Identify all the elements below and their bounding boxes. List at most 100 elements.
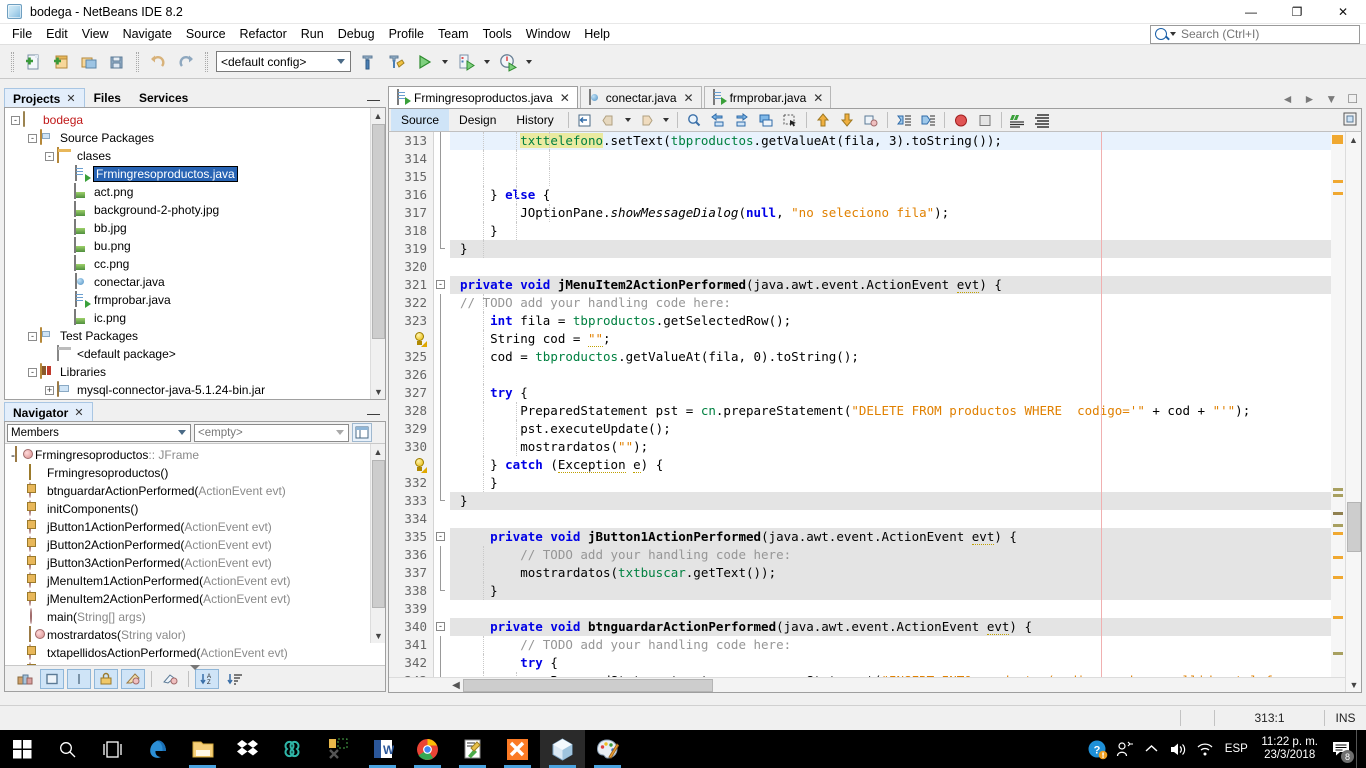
menu-profile[interactable]: Profile [382, 25, 431, 43]
navigator-inspect-icon[interactable] [352, 423, 372, 442]
code-editor[interactable]: 313 txttelefono.setText(tbproductos.getV… [388, 132, 1362, 693]
scroll-down-icon[interactable]: ▼ [371, 384, 385, 399]
code-text[interactable]: // TODO add your handling code here: [450, 294, 1361, 312]
tree-expander[interactable]: - [28, 133, 37, 143]
navigator-item-main[interactable]: main(String[] args) [5, 608, 385, 626]
show-non-public-icon[interactable] [94, 668, 118, 689]
tab-files[interactable]: Files [84, 88, 130, 107]
code-text[interactable]: try { [450, 654, 1361, 672]
occurrence-mark[interactable] [1333, 512, 1343, 515]
code-fold-gutter[interactable] [434, 186, 450, 204]
menu-refactor[interactable]: Refactor [233, 25, 294, 43]
code-fold-gutter[interactable] [434, 240, 450, 258]
fold-collapse-icon[interactable]: - [436, 622, 445, 631]
debug-project-icon[interactable] [453, 49, 479, 75]
code-fold-gutter[interactable] [434, 168, 450, 186]
menu-tools[interactable]: Tools [476, 25, 519, 43]
toolbar-grip-2[interactable] [136, 51, 139, 72]
volume-icon[interactable] [1165, 730, 1192, 768]
project-config-combo[interactable]: <default config> [216, 51, 351, 72]
navigator-item-jbutton2actionperformed[interactable]: jButton2ActionPerformed(ActionEvent evt) [5, 536, 385, 554]
open-project-icon[interactable] [76, 49, 102, 75]
code-line[interactable]: 337 mostrardatos(txtbuscar.getText()); [389, 564, 1361, 582]
code-line[interactable]: 336 // TODO add your handling code here: [389, 546, 1361, 564]
code-line[interactable]: 313 txttelefono.setText(tbproductos.getV… [389, 132, 1361, 150]
undo-icon[interactable] [145, 49, 171, 75]
infinity-app-icon[interactable] [270, 730, 315, 768]
navigator-item-mostrardatos[interactable]: mostrardatos(String valor) [5, 626, 385, 644]
code-text[interactable]: } [450, 222, 1361, 240]
tree-item-libraries[interactable]: - Libraries [5, 363, 385, 381]
paint-icon[interactable] [585, 730, 630, 768]
tree-item-background-2-photy-jpg[interactable]: background-2-photy.jpg [5, 201, 385, 219]
code-text[interactable]: String cod = ""; [450, 330, 1361, 348]
scroll-left-icon[interactable]: ◄ [1282, 92, 1294, 106]
start-macro-icon[interactable] [950, 110, 972, 130]
view-tab-design[interactable]: Design [449, 109, 506, 131]
shift-right-icon[interactable] [917, 110, 939, 130]
warning-mark[interactable] [1333, 532, 1343, 535]
code-line[interactable]: 341 // TODO add your handling code here: [389, 636, 1361, 654]
previous-error-icon[interactable] [812, 110, 834, 130]
code-fold-gutter[interactable] [434, 330, 450, 348]
edge-browser-icon[interactable] [135, 730, 180, 768]
close-icon[interactable]: ✕ [66, 92, 75, 105]
tree-item-source-packages[interactable]: - Source Packages [5, 129, 385, 147]
code-fold-gutter[interactable] [434, 636, 450, 654]
code-fold-gutter[interactable] [434, 600, 450, 618]
code-line[interactable]: 326 [389, 366, 1361, 384]
xampp-icon[interactable] [495, 730, 540, 768]
code-fold-gutter[interactable] [434, 564, 450, 582]
scroll-down-icon[interactable]: ▼ [371, 628, 385, 643]
maximize-button[interactable]: ❐ [1274, 0, 1320, 24]
forward-dropdown-icon[interactable] [662, 118, 669, 122]
global-search-box[interactable] [1150, 24, 1360, 44]
code-line[interactable]: 330 mostrardatos(""); [389, 438, 1361, 456]
code-fold-gutter[interactable]: - [434, 618, 450, 636]
scrollbar-thumb[interactable] [1347, 502, 1361, 552]
code-text[interactable]: PreparedStatement pst = cn.prepareStatem… [450, 402, 1361, 420]
code-fold-gutter[interactable]: - [434, 276, 450, 294]
code-lines-container[interactable]: 313 txttelefono.setText(tbproductos.getV… [389, 132, 1361, 692]
code-text[interactable]: JOptionPane.showMessageDialog(null, "no … [450, 204, 1361, 222]
menu-view[interactable]: View [75, 25, 116, 43]
stop-macro-icon[interactable] [974, 110, 996, 130]
toggle-comment-icon[interactable] [1007, 110, 1029, 130]
menu-team[interactable]: Team [431, 25, 476, 43]
expand-editor-icon[interactable] [1343, 112, 1357, 129]
redo-icon[interactable] [173, 49, 199, 75]
code-text[interactable]: } [450, 582, 1361, 600]
build-project-icon[interactable] [355, 49, 381, 75]
warning-mark[interactable] [1333, 180, 1343, 183]
error-stripe[interactable] [1331, 132, 1345, 692]
code-text[interactable]: txttelefono.setText(tbproductos.getValue… [450, 132, 1361, 150]
code-text[interactable]: private void jButton1ActionPerformed(jav… [450, 528, 1361, 546]
code-line[interactable]: 334 [389, 510, 1361, 528]
tab-projects[interactable]: Projects ✕ [4, 88, 85, 107]
code-fold-gutter[interactable] [434, 366, 450, 384]
show-constructors-icon[interactable] [67, 668, 91, 689]
scrollbar-thumb[interactable] [372, 460, 385, 608]
previous-bookmark-icon[interactable] [707, 110, 729, 130]
next-error-icon[interactable] [836, 110, 858, 130]
warning-mark[interactable] [1333, 192, 1343, 195]
close-icon[interactable]: ✕ [684, 91, 694, 105]
warning-mark[interactable] [1333, 616, 1343, 619]
warning-mark[interactable] [1333, 556, 1343, 559]
language-indicator[interactable]: ESP [1219, 730, 1253, 768]
code-text[interactable]: } [450, 474, 1361, 492]
tree-expander[interactable]: - [11, 115, 20, 125]
code-fold-gutter[interactable] [434, 546, 450, 564]
code-line[interactable]: 317 JOptionPane.showMessageDialog(null, … [389, 204, 1361, 222]
scroll-left-icon[interactable]: ◀ [451, 678, 461, 692]
code-text[interactable] [450, 366, 1361, 384]
code-text[interactable] [450, 600, 1361, 618]
profile-project-icon[interactable] [495, 49, 521, 75]
navigator-scrollbar[interactable]: ▲ ▼ [370, 444, 385, 643]
notepad-app-icon[interactable] [450, 730, 495, 768]
tree-expander[interactable]: + [45, 385, 54, 395]
code-text[interactable]: try { [450, 384, 1361, 402]
navigator-view-combo[interactable]: Members [7, 423, 191, 442]
tree-item-bu-png[interactable]: bu.png [5, 237, 385, 255]
code-fold-gutter[interactable] [434, 204, 450, 222]
